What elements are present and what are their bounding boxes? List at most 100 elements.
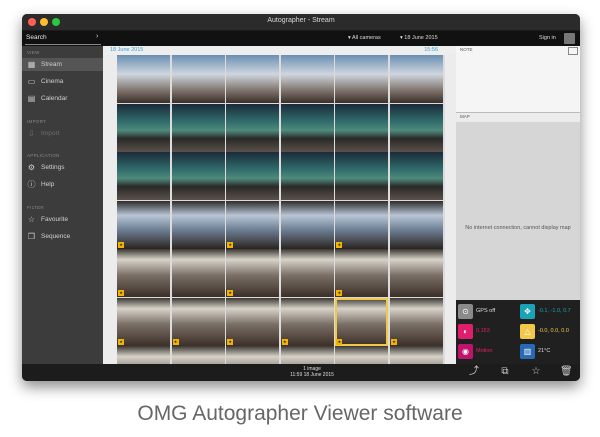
star-icon: ☆ <box>27 215 36 224</box>
photo-thumbnail[interactable] <box>335 55 389 103</box>
cameras-dropdown[interactable]: ▾ All cameras <box>348 35 381 41</box>
motion-icon: ◉ <box>458 344 473 359</box>
copy-icon[interactable]: ⧉ <box>499 366 511 378</box>
photo-thumbnail[interactable] <box>171 200 225 249</box>
photo-thumbnail[interactable]: ★ <box>335 249 389 297</box>
bottom-bar: 1 image 11:59 18 June 2015 ⤴ ⧉ ☆ 🗑 <box>22 364 580 381</box>
accel-status: △ -0.0, 0.0, 0.0 <box>518 322 580 341</box>
light-icon: ◐ <box>458 324 473 339</box>
chevron-right-icon[interactable]: › <box>96 33 98 40</box>
light-status: ◐ 0.153 <box>456 322 518 341</box>
temperature-icon: ▥ <box>520 344 535 359</box>
favourite-badge-icon: ★ <box>227 241 234 248</box>
photo-thumbnail[interactable] <box>390 200 443 249</box>
photo-thumbnail[interactable]: ★ <box>226 297 280 346</box>
thumbnail-scroll[interactable]: ★★★★★★★★★★★★★★★★★★ <box>103 55 456 381</box>
user-icon[interactable] <box>564 33 575 44</box>
compass-icon: ✥ <box>520 304 535 319</box>
signin-link[interactable]: Sign in <box>539 35 556 41</box>
photo-thumbnail[interactable]: ★ <box>117 200 170 249</box>
right-panel: NOTE MAP ⌂+– No internet connection, can… <box>456 46 580 373</box>
photo-thumbnail[interactable] <box>335 103 389 152</box>
sidebar-item-favourite[interactable]: ☆ Favourite <box>22 213 103 226</box>
photo-grid-area: 18 June 2015 15:56 ★★★★★★★★★★★★★★★★★★ <box>103 46 456 381</box>
sidebar: VIEW ▦ Stream ▭ Cinema ▤ Calendar IMPORT… <box>22 46 103 364</box>
photo-thumbnail[interactable]: ★ <box>280 297 334 346</box>
favourite-badge-icon: ★ <box>118 241 124 248</box>
image-timestamp: 11:59 18 June 2015 <box>290 372 334 378</box>
title-bar: Autographer - Stream <box>22 14 580 31</box>
sidebar-item-stream[interactable]: ▦ Stream <box>22 58 103 71</box>
caption: OMG Autographer Viewer software <box>137 402 463 425</box>
accel-value: -0.0, 0.0, 0.0 <box>538 328 569 334</box>
sidebar-item-help[interactable]: ⓘ Help <box>22 178 103 191</box>
photo-thumbnail[interactable] <box>226 152 280 200</box>
sidebar-item-settings[interactable]: ⚙ Settings <box>22 161 103 174</box>
map-view[interactable]: No internet connection, cannot display m… <box>456 122 580 373</box>
sidebar-item-cinema[interactable]: ▭ Cinema <box>22 75 103 88</box>
favourite-badge-icon: ★ <box>281 338 288 345</box>
sidebar-item-label: Calendar <box>41 95 68 102</box>
sidebar-item-import[interactable]: ⇩ Import <box>22 127 103 140</box>
photo-thumbnail[interactable] <box>226 103 280 152</box>
sidebar-item-label: Help <box>41 181 55 188</box>
share-icon[interactable]: ⤴ <box>468 366 480 378</box>
photo-thumbnail[interactable]: ★ <box>226 249 280 297</box>
photo-thumbnail[interactable] <box>171 249 225 297</box>
photo-thumbnail[interactable] <box>280 152 334 200</box>
date-dropdown[interactable]: ▾ 18 June 2015 <box>400 35 438 41</box>
grid-time: 15:56 <box>424 47 438 53</box>
photo-thumbnail[interactable] <box>280 249 334 297</box>
photo-thumbnail[interactable] <box>117 55 170 103</box>
photo-thumbnail[interactable] <box>171 152 225 200</box>
gear-icon: ⚙ <box>27 163 36 172</box>
section-view: VIEW <box>27 50 40 55</box>
photo-thumbnail[interactable]: ★ <box>335 297 389 346</box>
favourite-badge-icon: ★ <box>172 338 179 345</box>
favourite-badge-icon: ★ <box>118 290 124 296</box>
motion-status: ◉ Motion <box>456 342 518 361</box>
photo-thumbnail[interactable]: ★ <box>171 297 225 346</box>
grid-left-margin <box>103 55 117 364</box>
sidebar-item-label: Cinema <box>41 78 64 85</box>
sidebar-item-label: Stream <box>41 61 62 68</box>
photo-thumbnail[interactable] <box>390 249 443 297</box>
photo-thumbnail[interactable] <box>171 103 225 152</box>
photo-thumbnail[interactable] <box>280 103 334 152</box>
favourite-badge-icon: ★ <box>336 290 343 296</box>
photo-thumbnail[interactable] <box>117 152 170 200</box>
photo-thumbnail[interactable]: ★ <box>117 249 170 297</box>
sidebar-item-calendar[interactable]: ▤ Calendar <box>22 92 103 105</box>
photo-thumbnail[interactable] <box>335 152 389 200</box>
map-message: No internet connection, cannot display m… <box>465 225 571 231</box>
photo-thumbnail[interactable] <box>226 55 280 103</box>
photo-thumbnail[interactable]: ★ <box>335 200 389 249</box>
calendar-icon: ▤ <box>27 94 36 103</box>
favourite-badge-icon: ★ <box>227 338 234 345</box>
search-label[interactable]: Search <box>26 34 47 41</box>
notes-edit-button[interactable] <box>568 47 578 55</box>
cinema-icon: ▭ <box>27 77 36 86</box>
sidebar-item-sequence[interactable]: ❐ Sequence <box>22 230 103 243</box>
photo-thumbnail[interactable] <box>171 55 225 103</box>
notes-heading: NOTE <box>460 47 473 52</box>
photo-thumbnail[interactable] <box>390 152 443 200</box>
gps-icon: ⊙ <box>458 304 473 319</box>
trash-icon[interactable]: 🗑 <box>560 366 573 378</box>
photo-thumbnail[interactable] <box>280 55 334 103</box>
star-icon[interactable]: ☆ <box>530 366 542 378</box>
photo-thumbnail[interactable]: ★ <box>117 297 170 346</box>
notes-panel[interactable]: NOTE <box>456 46 580 113</box>
photo-thumbnail[interactable]: ★ <box>390 297 443 346</box>
photo-thumbnail[interactable] <box>280 200 334 249</box>
import-icon: ⇩ <box>28 129 35 138</box>
section-filter: FILTER <box>27 205 44 210</box>
photo-thumbnail[interactable] <box>390 55 443 103</box>
temperature-value: 21°C <box>538 348 551 354</box>
photo-thumbnail[interactable] <box>117 103 170 152</box>
photo-thumbnail[interactable] <box>390 103 443 152</box>
photo-thumbnail[interactable]: ★ <box>226 200 280 249</box>
grid-date: 18 June 2015 <box>110 47 144 53</box>
gps-status: ⊙ GPS off <box>456 302 518 321</box>
window-title: Autographer - Stream <box>267 17 335 24</box>
